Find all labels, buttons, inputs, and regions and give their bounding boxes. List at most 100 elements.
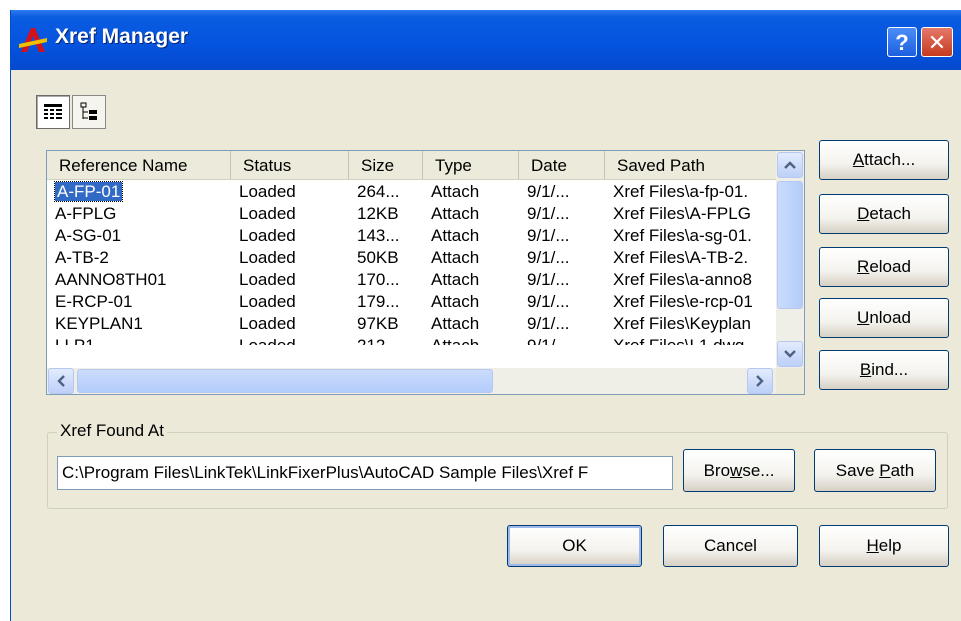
help-title-button[interactable]: ?	[887, 27, 917, 57]
cell-text: Attach	[431, 248, 480, 267]
column-header[interactable]: Status	[231, 151, 349, 179]
table-cell: Xref Files\A-FPLG	[605, 203, 777, 225]
table-cell: Attach	[423, 313, 519, 335]
found-at-path-field[interactable]	[57, 456, 673, 490]
table-row[interactable]: A-TB-2 Loaded 50KB Attach 9/1/... Xref Files\…	[47, 247, 777, 269]
cell-text: Xref Files\e-rcp-01	[613, 292, 753, 311]
table-cell: A-TB-2	[47, 247, 231, 269]
chevron-right-icon	[756, 375, 764, 387]
cell-text: 97KB	[357, 314, 399, 333]
cell-text: 12KB	[357, 204, 399, 223]
cell-text: Xref Files\Keyplan	[613, 314, 751, 333]
cell-text: Loaded	[239, 248, 296, 267]
table-row[interactable]: E-RCP-01 Loaded 179... Attach 9/1/... Xref Fi…	[47, 291, 777, 313]
table-cell: A-FP-01	[47, 181, 231, 203]
table-row[interactable]: A-FPLG Loaded 12KB Attach 9/1/... Xref Files\…	[47, 203, 777, 225]
table-cell: Attach	[423, 291, 519, 313]
cell-text: Xref Files\L1.dwg	[613, 336, 744, 345]
table-row[interactable]: KEYPLAN1 Loaded 97KB Attach 9/1/... Xref File…	[47, 313, 777, 335]
cell-text: Attach	[431, 292, 480, 311]
scroll-down-button[interactable]	[777, 341, 803, 367]
cell-text: 264...	[357, 182, 400, 201]
xref-list[interactable]: Reference Name Status Size Type Date Saved Pa…	[46, 150, 805, 395]
cell-text: A-TB-2	[55, 248, 109, 267]
scroll-up-button[interactable]	[777, 152, 803, 178]
detach-label-key: D	[857, 204, 870, 223]
table-cell: Attach	[423, 181, 519, 203]
close-button[interactable]: ✕	[921, 27, 953, 57]
table-cell: Xref Files\A-TB-2.	[605, 247, 777, 269]
tree-view-button[interactable]	[72, 95, 106, 129]
list-view-button[interactable]	[36, 95, 70, 129]
xref-found-at-label: Xref Found At	[57, 421, 167, 441]
reload-label-post: eload	[869, 257, 911, 276]
cell-text: Attach	[431, 204, 480, 223]
cell-text: Loaded	[239, 204, 296, 223]
vertical-scrollbar[interactable]	[776, 151, 804, 368]
table-row[interactable]: A-SG-01 Loaded 143... Attach 9/1/... Xref Fil…	[47, 225, 777, 247]
table-cell: 12KB	[349, 203, 423, 225]
table-cell: 143...	[349, 225, 423, 247]
column-header[interactable]: Date	[519, 151, 605, 179]
cell-text: Attach	[431, 226, 480, 245]
save-path-button[interactable]: Save Path	[814, 449, 936, 492]
table-cell: 9/1/...	[519, 291, 605, 313]
table-cell: 9/1/...	[519, 313, 605, 335]
table-cell: E-RCP-01	[47, 291, 231, 313]
table-cell: Attach	[423, 225, 519, 247]
cell-text: Attach	[431, 314, 480, 333]
table-cell: 50KB	[349, 247, 423, 269]
table-cell: 9/1/...	[519, 335, 605, 345]
horizontal-scroll-thumb[interactable]	[77, 369, 493, 393]
table-cell: Xref Files\a-anno8	[605, 269, 777, 291]
table-cell: 9/1/...	[519, 203, 605, 225]
table-cell: 9/1/...	[519, 181, 605, 203]
column-header[interactable]: Size	[349, 151, 423, 179]
cell-text: Loaded	[239, 336, 296, 345]
reload-button[interactable]: Reload	[819, 247, 949, 287]
vertical-scroll-thumb[interactable]	[777, 181, 803, 309]
table-row[interactable]: LLP1 Loaded 212... Attach 9/1/... Xref Files\…	[47, 335, 777, 345]
table-cell: Loaded	[231, 269, 349, 291]
column-header[interactable]: Saved Path	[605, 151, 777, 179]
help-button[interactable]: Help	[819, 525, 949, 567]
cell-text: Xref Files\A-TB-2.	[613, 248, 749, 267]
scroll-left-button[interactable]	[48, 368, 74, 394]
save-path-label-post: ath	[890, 461, 915, 480]
cell-text: A-FPLG	[55, 204, 117, 223]
column-header[interactable]: Reference Name	[47, 151, 231, 179]
cell-text: Loaded	[239, 292, 296, 311]
detach-button[interactable]: Detach	[819, 194, 949, 234]
detach-label-post: etach	[869, 204, 911, 223]
table-cell: 179...	[349, 291, 423, 313]
help-label-post: elp	[878, 536, 902, 555]
column-header[interactable]: Type	[423, 151, 519, 179]
table-cell: 212...	[349, 335, 423, 345]
cell-text: Xref Files\a-fp-01.	[613, 182, 749, 201]
bind-button[interactable]: Bind...	[819, 350, 949, 390]
table-row[interactable]: A-FP-01 Loaded 264... Attach 9/1/... Xref Fil…	[47, 181, 777, 203]
table-cell: Loaded	[231, 335, 349, 345]
cell-text: Xref Files\a-sg-01.	[613, 226, 752, 245]
scroll-right-button[interactable]	[747, 368, 773, 394]
browse-button[interactable]: Browse...	[683, 449, 795, 492]
cell-text: 9/1/...	[527, 314, 570, 333]
ok-button[interactable]: OK	[507, 525, 642, 567]
horizontal-scrollbar[interactable]	[47, 368, 804, 394]
table-cell: A-FPLG	[47, 203, 231, 225]
cell-text: 179...	[357, 292, 400, 311]
title-bar[interactable]: Xref Manager ? ✕	[11, 10, 961, 70]
table-row[interactable]: AANNO8TH01 Loaded 170... Attach 9/1/... Xref …	[47, 269, 777, 291]
cancel-button[interactable]: Cancel	[663, 525, 798, 567]
table-cell: 97KB	[349, 313, 423, 335]
table-cell: 9/1/...	[519, 269, 605, 291]
table-cell: Xref Files\a-fp-01.	[605, 181, 777, 203]
cell-text: 9/1/...	[527, 226, 570, 245]
cell-text: Xref Files\A-FPLG	[613, 204, 751, 223]
table-cell: 264...	[349, 181, 423, 203]
unload-button[interactable]: Unload	[819, 298, 949, 338]
table-cell: Xref Files\a-sg-01.	[605, 225, 777, 247]
table-cell: KEYPLAN1	[47, 313, 231, 335]
table-cell: Loaded	[231, 291, 349, 313]
attach-button[interactable]: Attach...	[819, 140, 949, 180]
